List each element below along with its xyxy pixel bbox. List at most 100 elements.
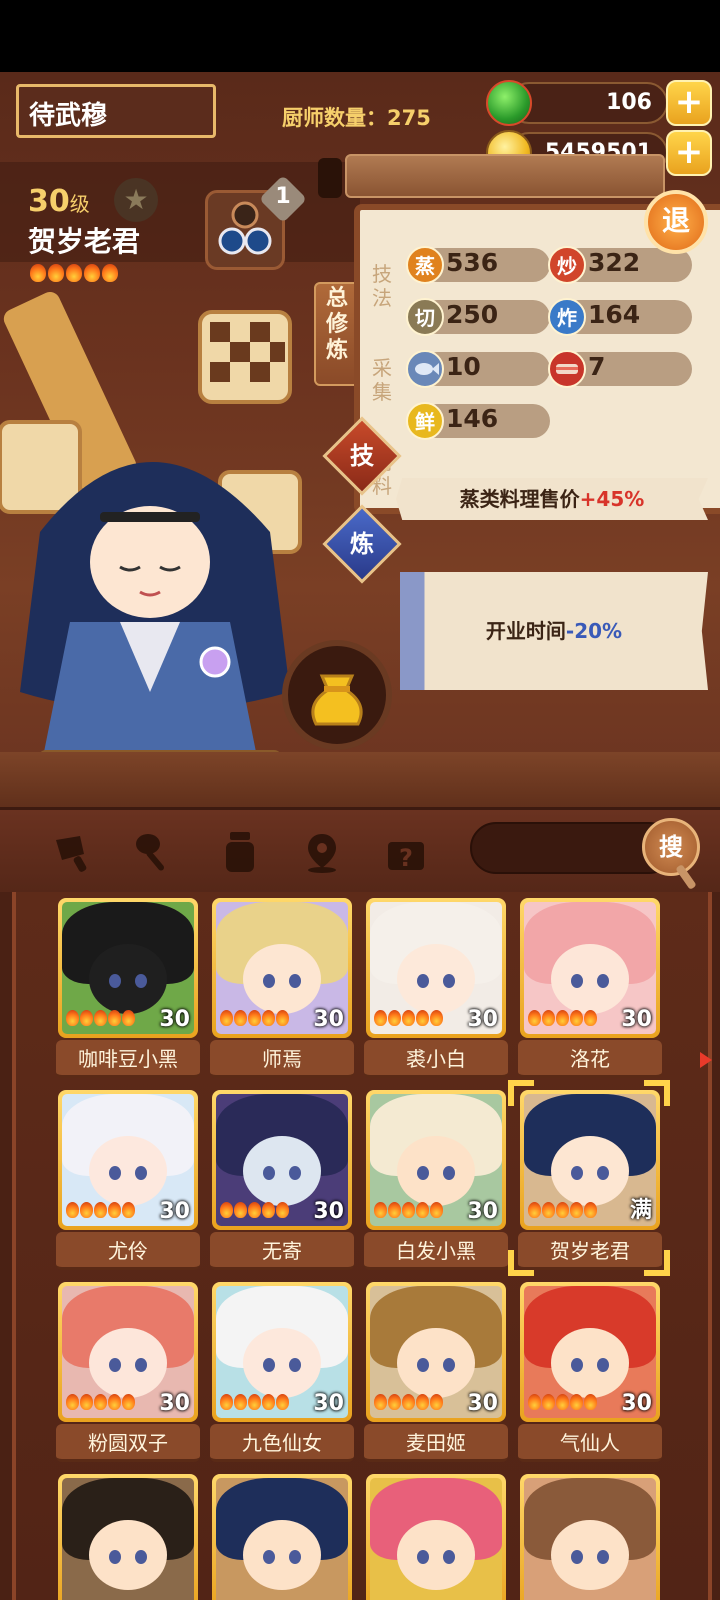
chef-avatar: 30 (62, 1094, 194, 1226)
chef-card[interactable]: 30 (58, 898, 198, 1038)
avatar-face (397, 943, 475, 1014)
chef-card-level: 30 (621, 1391, 652, 1416)
chef-card-name[interactable]: 无寄 (210, 1232, 354, 1270)
chef-card-name[interactable]: 九色仙女 (210, 1424, 354, 1462)
flame-icon (248, 1202, 261, 1218)
shovel-icon[interactable] (134, 830, 178, 874)
chef-avatar (62, 1478, 194, 1600)
chef-avatar (216, 1478, 348, 1600)
chef-avatar: 30 (524, 1286, 656, 1418)
chef-card[interactable]: 30 (212, 898, 352, 1038)
refine-button-label: 炼 (350, 530, 374, 558)
player-name-box[interactable]: 待武穆 (16, 84, 216, 138)
flame-icon (388, 1394, 401, 1410)
chef-avatar (370, 1478, 502, 1600)
favorite-star-icon[interactable]: ★ (114, 178, 158, 222)
flame-icon (262, 1202, 275, 1218)
chef-avatar: 30 (370, 1286, 502, 1418)
ingredient-slot-button[interactable] (282, 640, 392, 750)
stat-icon: 鲜 (406, 402, 444, 440)
chef-card-name[interactable]: 咖啡豆小黑 (56, 1040, 200, 1078)
chef-count-value: 275 (387, 106, 431, 130)
chef-card-level: 满 (629, 1198, 652, 1223)
stat-icon: 蒸 (406, 246, 444, 284)
chef-card[interactable]: 30 (366, 1090, 506, 1230)
stat-value: 7 (588, 352, 606, 381)
flame-icon (122, 1202, 135, 1218)
chef-avatar: 30 (370, 1094, 502, 1226)
avatar-face (89, 943, 167, 1014)
chef-card-name[interactable]: 白发小黑 (364, 1232, 508, 1270)
chef-card-level: 30 (159, 1199, 190, 1224)
rarity-flames (374, 1202, 444, 1222)
skill-button-label: 技 (350, 442, 374, 470)
chef-card[interactable]: 30 (520, 898, 660, 1038)
chef-card[interactable]: 30 (58, 1090, 198, 1230)
equipment-badge-count: 1 (275, 184, 291, 209)
chef-card[interactable]: 满 (520, 1090, 660, 1230)
search-button[interactable]: 搜 (642, 818, 700, 876)
refine-button[interactable]: 炼 (322, 504, 402, 584)
svg-text:?: ? (399, 844, 413, 872)
chef-card[interactable]: 30 (520, 1282, 660, 1422)
flame-icon (542, 1394, 555, 1410)
status-bar-area (0, 0, 720, 72)
flame-icon (262, 1010, 275, 1026)
flame-icon (94, 1202, 107, 1218)
flame-icon (556, 1202, 569, 1218)
chef-card[interactable] (212, 1474, 352, 1600)
chef-card-level: 30 (159, 1391, 190, 1416)
flame-icon (416, 1010, 429, 1026)
flame-icon (122, 1010, 135, 1026)
chef-card[interactable]: 30 (212, 1282, 352, 1422)
flame-icon (262, 1394, 275, 1410)
mystery-box-icon[interactable]: ? (384, 830, 428, 874)
chef-avatar: 30 (62, 902, 194, 1034)
chef-avatar (524, 1478, 656, 1600)
avatar-face (551, 943, 629, 1014)
flame-icon (570, 1394, 583, 1410)
rarity-flames (66, 1010, 136, 1030)
selection-corner (644, 1250, 670, 1276)
add-jade-button[interactable]: + (666, 80, 712, 126)
chef-card-level: 30 (313, 1199, 344, 1224)
chef-card-name[interactable]: 粉圆双子 (56, 1424, 200, 1462)
exit-button[interactable]: 退 (644, 190, 708, 254)
chef-card-name[interactable]: 洛花 (518, 1040, 662, 1078)
stat-value: 536 (446, 248, 499, 277)
chef-card[interactable] (366, 1474, 506, 1600)
chef-card-name[interactable]: 气仙人 (518, 1424, 662, 1462)
chef-card-name[interactable]: 师焉 (210, 1040, 354, 1078)
chef-card-name[interactable]: 贺岁老君 (518, 1232, 662, 1270)
skill-effect-ribbon: 蒸类料理售价+45% (396, 478, 708, 520)
map-pin-icon[interactable] (300, 830, 344, 874)
stat-value: 250 (446, 300, 499, 329)
add-coin-button[interactable]: + (666, 130, 712, 176)
jar-icon[interactable] (218, 830, 262, 874)
chef-card[interactable]: 30 (212, 1090, 352, 1230)
chef-avatar: 满 (524, 1094, 656, 1226)
flame-icon (94, 1010, 107, 1026)
chef-card[interactable] (58, 1474, 198, 1600)
chef-card[interactable]: 30 (366, 1282, 506, 1422)
flame-icon (374, 1394, 387, 1410)
player-name: 待武穆 (29, 101, 108, 131)
flame-icon (94, 1394, 107, 1410)
flame-icon (542, 1202, 555, 1218)
flame-icon (276, 1010, 289, 1026)
rarity-flames (220, 1202, 290, 1222)
scroll-indicator-arrow (700, 1052, 712, 1068)
fish-icon (406, 350, 444, 388)
chef-card-name[interactable]: 尤伶 (56, 1232, 200, 1270)
chef-card[interactable]: 30 (58, 1282, 198, 1422)
chef-card[interactable] (520, 1474, 660, 1600)
flame-icon (80, 1394, 93, 1410)
chef-name: 贺岁老君 (28, 225, 141, 258)
flame-icon (248, 1010, 261, 1026)
chef-card[interactable]: 30 (366, 898, 506, 1038)
cleaver-icon[interactable] (50, 830, 94, 874)
flame-icon (402, 1394, 415, 1410)
flame-icon (430, 1394, 443, 1410)
chef-card-name[interactable]: 裘小白 (364, 1040, 508, 1078)
chef-card-name[interactable]: 麦田姬 (364, 1424, 508, 1462)
